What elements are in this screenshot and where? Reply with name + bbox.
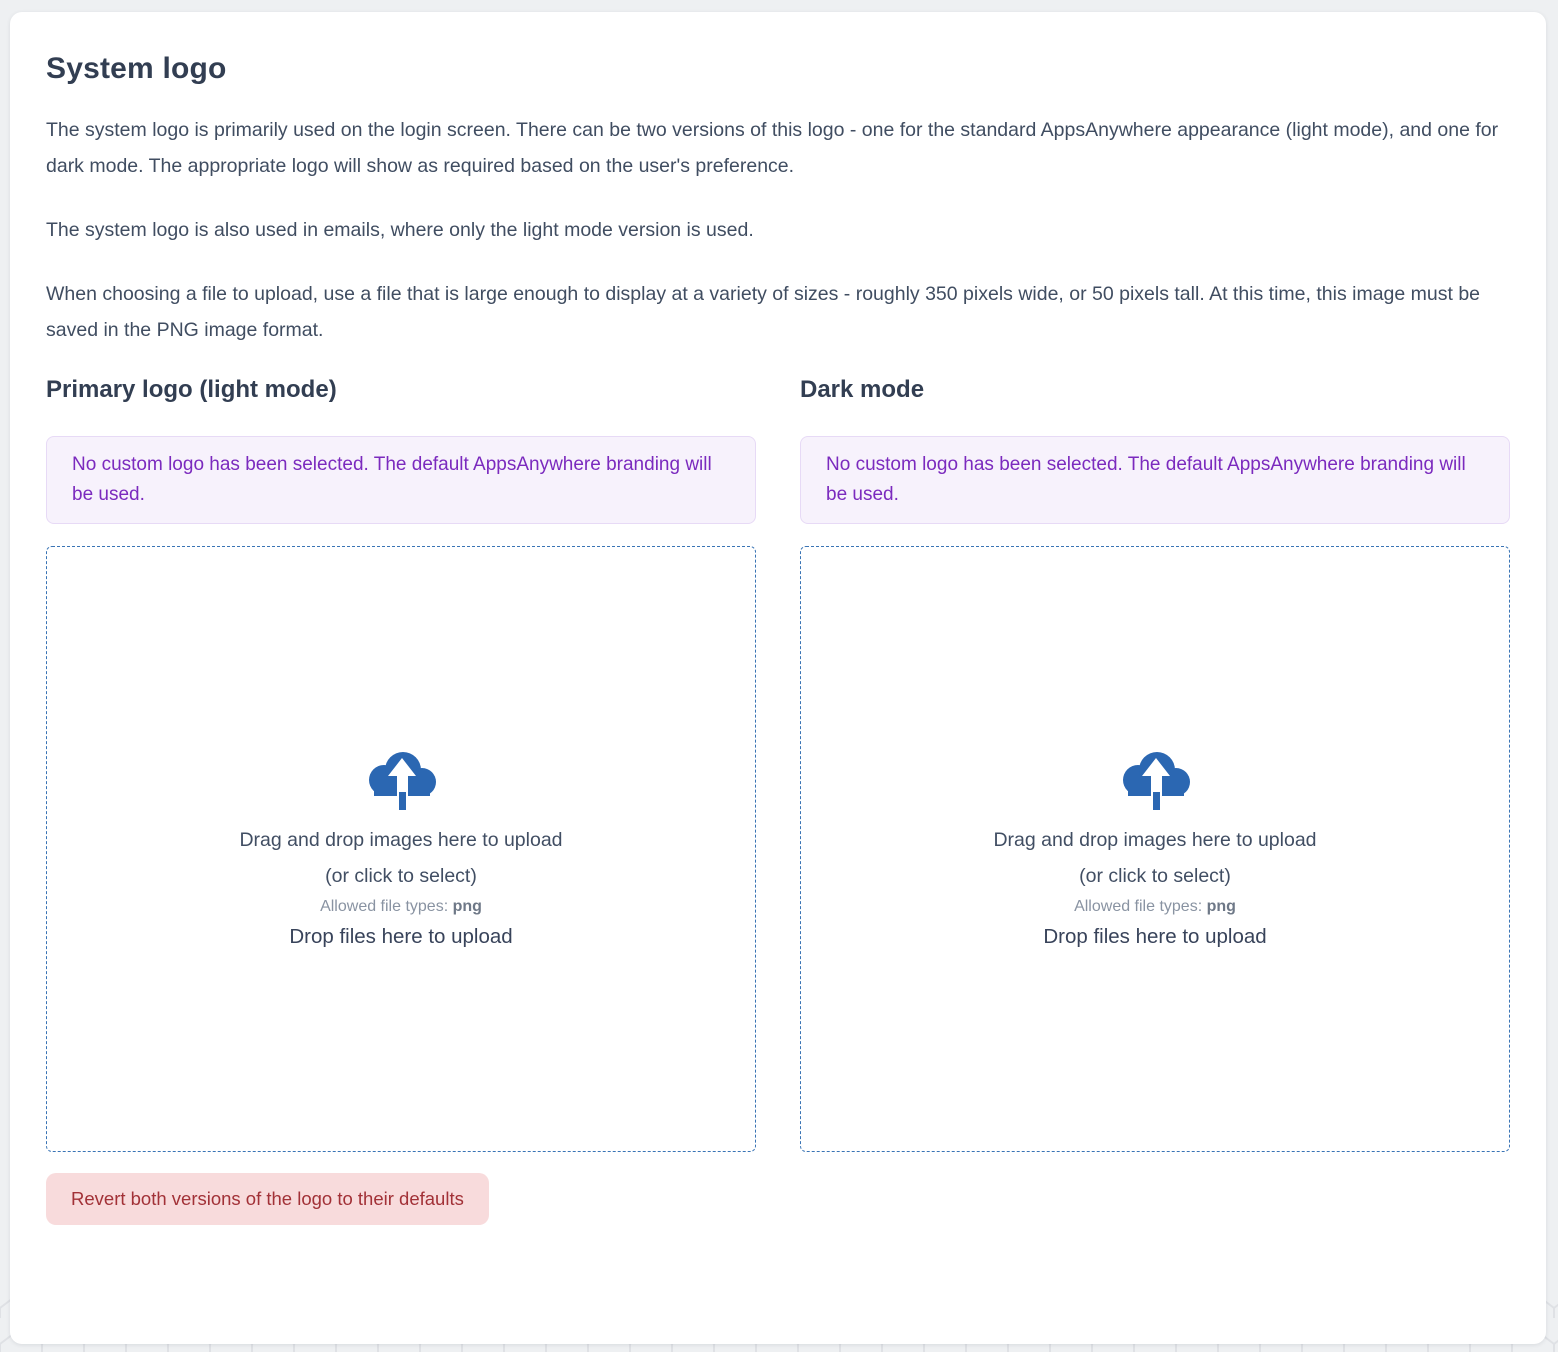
dark-mode-column: Dark mode No custom logo has been select…: [800, 376, 1510, 1152]
system-logo-card: System logo The system logo is primarily…: [10, 12, 1546, 1344]
dropzone-allowed-types: Allowed file types: png: [1074, 894, 1236, 920]
cloud-upload-icon: [1118, 746, 1192, 810]
dropzone-drop-text: Drop files here to upload: [1043, 920, 1266, 953]
dropzone-drag-text: Drag and drop images here to upload: [993, 822, 1316, 858]
primary-logo-column: Primary logo (light mode) No custom logo…: [46, 376, 756, 1152]
dark-mode-heading: Dark mode: [800, 376, 1510, 404]
allowed-types-label: Allowed file types:: [1074, 898, 1207, 915]
intro-paragraph-2: The system logo is also used in emails, …: [46, 212, 1510, 248]
dropzone-drop-text: Drop files here to upload: [289, 920, 512, 953]
page-title: System logo: [46, 52, 1510, 86]
logo-columns: Primary logo (light mode) No custom logo…: [46, 376, 1510, 1152]
intro-text: The system logo is primarily used on the…: [46, 112, 1510, 348]
dropzone-click-text: (or click to select): [1079, 858, 1231, 894]
allowed-types-value: png: [453, 898, 482, 915]
primary-logo-heading: Primary logo (light mode): [46, 376, 756, 404]
no-custom-logo-alert-light: No custom logo has been selected. The de…: [46, 436, 756, 524]
intro-paragraph-3: When choosing a file to upload, use a fi…: [46, 276, 1510, 348]
allowed-types-label: Allowed file types:: [320, 898, 453, 915]
dropzone-allowed-types: Allowed file types: png: [320, 894, 482, 920]
alert-text: No custom logo has been selected. The de…: [826, 454, 1466, 505]
intro-paragraph-1: The system logo is primarily used on the…: [46, 112, 1510, 184]
dropzone-drag-text: Drag and drop images here to upload: [239, 822, 562, 858]
dropzone-click-text: (or click to select): [325, 858, 477, 894]
allowed-types-value: png: [1207, 898, 1236, 915]
no-custom-logo-alert-dark: No custom logo has been selected. The de…: [800, 436, 1510, 524]
cloud-upload-icon: [364, 746, 438, 810]
revert-defaults-button[interactable]: Revert both versions of the logo to thei…: [46, 1173, 489, 1225]
upload-dropzone-light[interactable]: Drag and drop images here to upload (or …: [46, 546, 756, 1152]
alert-text: No custom logo has been selected. The de…: [72, 454, 712, 505]
upload-dropzone-dark[interactable]: Drag and drop images here to upload (or …: [800, 546, 1510, 1152]
